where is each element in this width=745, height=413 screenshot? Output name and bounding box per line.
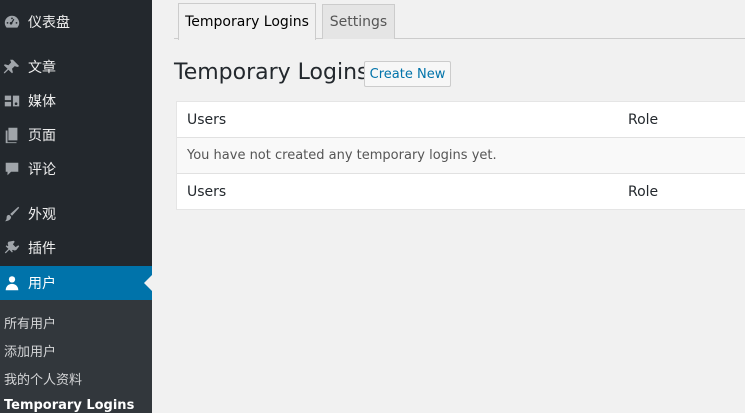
sidebar-item-pages[interactable]: 页面 (0, 118, 152, 152)
submenu-item-add-user[interactable]: 添加用户 (4, 341, 56, 360)
sidebar-item-label: 页面 (28, 128, 56, 144)
column-header-users[interactable]: Users (187, 112, 226, 128)
temporary-logins-table: Users Role You have not created any temp… (176, 101, 745, 210)
sidebar-item-dashboard[interactable]: 仪表盘 (0, 5, 152, 39)
sidebar-item-users[interactable]: 用户 (0, 266, 152, 300)
sidebar-item-label: 用户 (28, 276, 56, 292)
submenu-item-all-users[interactable]: 所有用户 (4, 313, 56, 332)
sidebar-item-label: 评论 (28, 162, 56, 178)
sidebar-item-label: 文章 (28, 60, 56, 76)
pin-icon (2, 57, 22, 77)
column-footer-users[interactable]: Users (187, 184, 226, 200)
submenu-item-temporary-logins[interactable]: Temporary Logins (4, 398, 134, 413)
dashboard-icon (2, 12, 22, 32)
column-footer-role[interactable]: Role (628, 184, 658, 200)
sidebar-item-plugins[interactable]: 插件 (0, 231, 152, 265)
table-footer-row: Users Role (177, 174, 745, 210)
tab-temporary-logins[interactable]: Temporary Logins (178, 3, 316, 40)
brush-icon (2, 204, 22, 224)
sidebar-item-label: 插件 (28, 241, 56, 257)
tab-settings[interactable]: Settings (322, 4, 395, 39)
sidebar-item-label: 外观 (28, 207, 56, 223)
page-title: Temporary Logins (174, 60, 369, 85)
create-new-button[interactable]: Create New (364, 61, 451, 87)
sidebar-item-label: 媒体 (28, 94, 56, 110)
nav-tabs: Temporary Logins Settings (174, 0, 745, 40)
sidebar-item-label: 仪表盘 (28, 15, 70, 31)
page-icon (2, 125, 22, 145)
media-icon (2, 91, 22, 111)
comment-icon (2, 159, 22, 179)
sidebar-item-appearance[interactable]: 外观 (0, 197, 152, 231)
admin-sidebar: 仪表盘 文章 媒体 页面 评论 外观 插件 用户 所有用户 添加用户 我的个人资… (0, 0, 152, 413)
plugin-icon (2, 238, 22, 258)
column-header-role[interactable]: Role (628, 112, 658, 128)
sidebar-item-media[interactable]: 媒体 (0, 84, 152, 118)
sidebar-item-comments[interactable]: 评论 (0, 152, 152, 186)
user-icon (2, 273, 22, 293)
empty-message-row: You have not created any temporary login… (177, 138, 745, 174)
table-header-row: Users Role (177, 102, 745, 138)
submenu-item-profile[interactable]: 我的个人资料 (4, 369, 82, 388)
users-submenu: 所有用户 添加用户 我的个人资料 Temporary Logins (0, 300, 152, 413)
empty-message: You have not created any temporary login… (187, 148, 497, 163)
sidebar-item-posts[interactable]: 文章 (0, 50, 152, 84)
